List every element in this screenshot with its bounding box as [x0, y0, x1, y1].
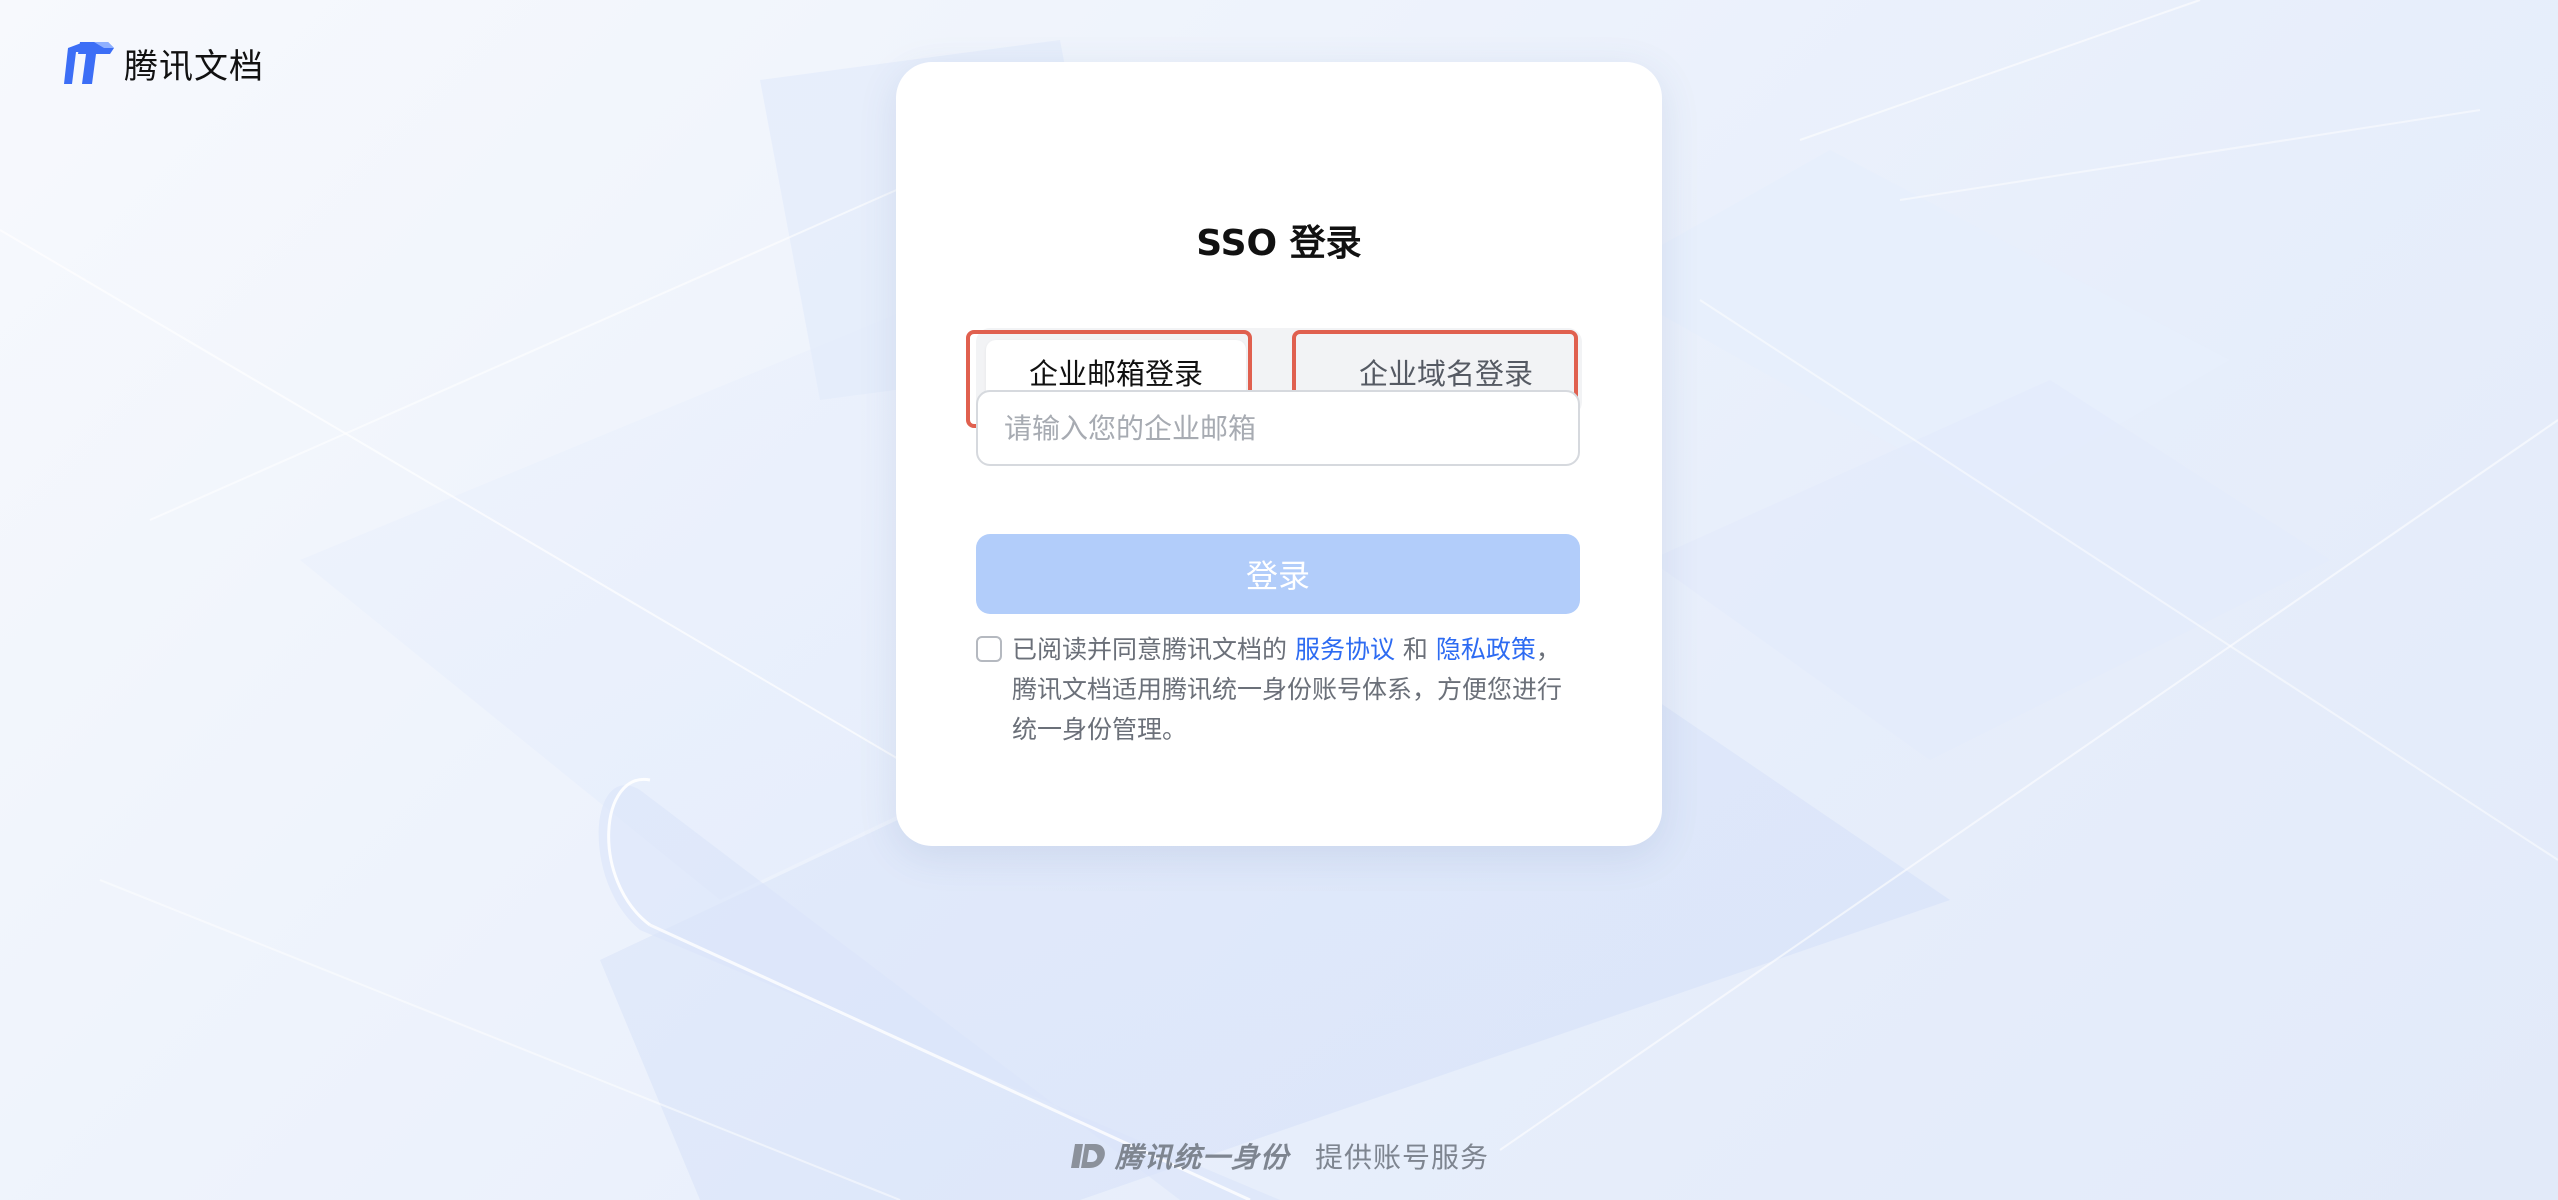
agreement-text: 已阅读并同意腾讯文档的 服务协议 和 隐私政策，腾讯文档适用腾讯统一身份账号体系… [1012, 630, 1580, 750]
footer: 腾讯统一身份 提供账号服务 [0, 1136, 2558, 1176]
email-input[interactable] [976, 390, 1580, 466]
tab-label: 企业域名登录 [1358, 357, 1533, 391]
tab-label: 企业邮箱登录 [1028, 357, 1203, 391]
footer-text: 提供账号服务 [1315, 1141, 1490, 1174]
login-button[interactable]: 登录 [976, 534, 1580, 614]
logo-text: 腾讯文档 [124, 46, 264, 87]
privacy-link[interactable]: 隐私政策 [1436, 635, 1536, 664]
login-card: SSO 登录 企业邮箱登录 企业域名登录 登录 已阅读并同意腾讯文档的 服务协议… [896, 62, 1662, 846]
agreement: 已阅读并同意腾讯文档的 服务协议 和 隐私政策，腾讯文档适用腾讯统一身份账号体系… [976, 630, 1580, 750]
page-title: SSO 登录 [1196, 223, 1362, 264]
login-button-label: 登录 [1245, 557, 1310, 595]
terms-link[interactable]: 服务协议 [1295, 635, 1395, 664]
tencent-docs-logo-icon [64, 42, 114, 84]
app-logo[interactable]: 腾讯文档 [64, 40, 264, 87]
agreement-conjunction: 和 [1394, 635, 1436, 664]
footer-brand: 腾讯统一身份 [1114, 1141, 1289, 1174]
tencent-id-icon [1070, 1144, 1105, 1168]
agreement-text-before: 已阅读并同意腾讯文档的 [1012, 635, 1295, 664]
agreement-checkbox[interactable] [976, 636, 1002, 662]
